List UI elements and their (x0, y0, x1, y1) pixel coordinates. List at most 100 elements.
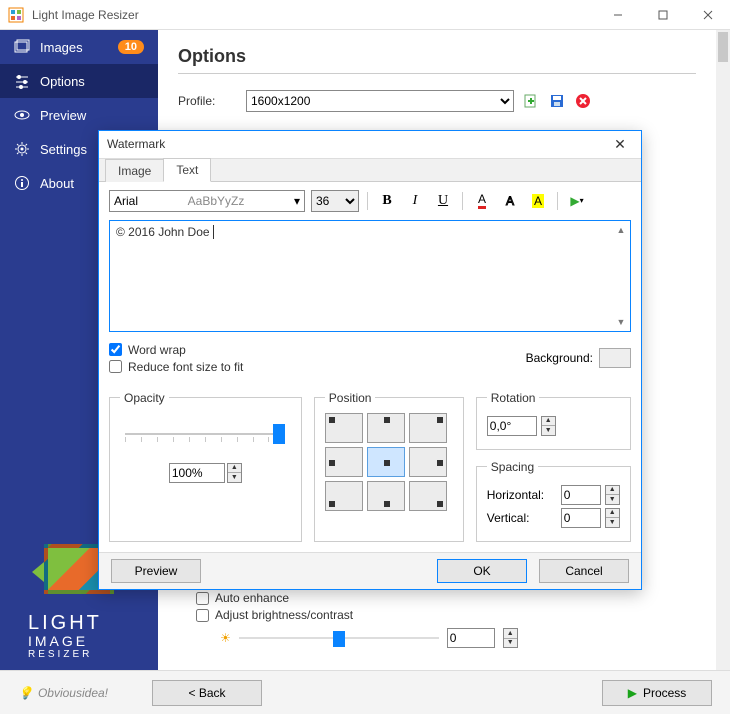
font-highlight-button[interactable]: A (527, 190, 549, 212)
font-name-value: Arial (114, 194, 138, 208)
footer-bar: 💡 Obviousidea! < Back ▶Process (0, 670, 730, 714)
tab-text-label: Text (176, 163, 198, 177)
spacing-h-input[interactable] (561, 485, 601, 505)
position-bottom-right[interactable] (409, 481, 447, 511)
sidebar-item-label: Options (40, 74, 144, 89)
sidebar-item-images[interactable]: Images 10 (0, 30, 158, 64)
textarea-scroll-down[interactable]: ▼ (614, 315, 628, 329)
sidebar-item-preview[interactable]: Preview (0, 98, 158, 132)
sidebar-badge: 10 (118, 40, 144, 54)
brightness-value-input[interactable] (447, 628, 495, 648)
adjust-bc-checkbox[interactable]: Adjust brightness/contrast (196, 608, 518, 622)
spacing-h-label: Horizontal: (487, 488, 557, 502)
position-middle-left[interactable] (325, 447, 363, 477)
background-color-swatch[interactable] (599, 348, 631, 368)
info-icon (14, 175, 30, 191)
effects-section: Auto enhance Adjust brightness/contrast … (196, 588, 518, 648)
position-bottom-center[interactable] (367, 481, 405, 511)
font-size-select[interactable]: 36 (311, 190, 359, 212)
font-color-button[interactable]: A (471, 190, 493, 212)
sidebar-item-options[interactable]: Options (0, 64, 158, 98)
position-top-center[interactable] (367, 413, 405, 443)
dialog-close-button[interactable]: ✕ (607, 136, 633, 153)
window-titlebar: Light Image Resizer (0, 0, 730, 30)
bold-button[interactable]: B (376, 190, 398, 212)
opacity-stepper[interactable]: ▲▼ (227, 463, 242, 483)
scrollbar-thumb[interactable] (718, 32, 728, 62)
position-bottom-left[interactable] (325, 481, 363, 511)
brand-line3: RESIZER (28, 649, 158, 660)
dialog-preview-label: Preview (135, 564, 178, 578)
position-middle-right[interactable] (409, 447, 447, 477)
opacity-group: Opacity ▲▼ (109, 391, 302, 542)
position-top-right[interactable] (409, 413, 447, 443)
brightness-icon: ☀ (220, 631, 231, 645)
window-maximize-button[interactable] (640, 0, 685, 30)
profile-select[interactable]: 1600x1200 (246, 90, 514, 112)
rotation-stepper[interactable]: ▲▼ (541, 416, 556, 436)
reduce-fit-label: Reduce font size to fit (128, 360, 243, 374)
insert-field-button[interactable]: ▶▾ (566, 190, 588, 212)
word-wrap-checkbox[interactable]: Word wrap (109, 343, 243, 357)
auto-enhance-checkbox[interactable]: Auto enhance (196, 591, 518, 605)
profile-new-icon[interactable] (522, 92, 540, 110)
dialog-ok-label: OK (473, 564, 490, 578)
sidebar-item-label: Images (40, 40, 108, 55)
spacing-v-input[interactable] (561, 508, 601, 528)
rotation-value-input[interactable] (487, 416, 537, 436)
background-label: Background: (526, 351, 593, 365)
tab-image[interactable]: Image (105, 159, 164, 182)
position-legend: Position (325, 391, 376, 405)
dialog-footer: Preview OK Cancel (99, 552, 641, 589)
dialog-titlebar: Watermark ✕ (99, 131, 641, 158)
dialog-ok-button[interactable]: OK (437, 559, 527, 583)
adjust-bc-label: Adjust brightness/contrast (215, 608, 353, 622)
sliders-icon (14, 73, 30, 89)
profile-save-icon[interactable] (548, 92, 566, 110)
dialog-cancel-button[interactable]: Cancel (539, 559, 629, 583)
gear-icon (14, 141, 30, 157)
spacing-v-stepper[interactable]: ▲▼ (605, 508, 620, 528)
dialog-preview-button[interactable]: Preview (111, 559, 201, 583)
tab-image-label: Image (118, 164, 151, 178)
chevron-down-icon: ▾ (294, 194, 300, 208)
font-family-select[interactable]: Arial AaBbYyZz ▾ (109, 190, 305, 212)
position-group: Position (314, 391, 464, 542)
spacing-h-stepper[interactable]: ▲▼ (605, 485, 620, 505)
brightness-stepper[interactable]: ▲▼ (503, 628, 518, 648)
dialog-tabstrip: Image Text (99, 158, 641, 182)
position-middle-center[interactable] (367, 447, 405, 477)
watermark-text-input[interactable]: © 2016 John Doe ▲ ▼ (109, 220, 631, 332)
font-outline-button[interactable]: A (499, 190, 521, 212)
rotation-group: Rotation ▲▼ (476, 391, 631, 450)
textarea-scroll-up[interactable]: ▲ (614, 223, 628, 237)
back-button[interactable]: < Back (152, 680, 262, 706)
process-button[interactable]: ▶Process (602, 680, 712, 706)
opacity-slider[interactable] (125, 421, 285, 451)
dialog-title: Watermark (107, 137, 607, 151)
window-close-button[interactable] (685, 0, 730, 30)
tab-text[interactable]: Text (163, 158, 211, 182)
reduce-fit-checkbox[interactable]: Reduce font size to fit (109, 360, 243, 374)
profile-delete-icon[interactable] (574, 92, 592, 110)
dialog-cancel-label: Cancel (565, 564, 602, 578)
spacing-legend: Spacing (487, 460, 538, 474)
auto-enhance-label: Auto enhance (215, 591, 289, 605)
opacity-value-input[interactable] (169, 463, 225, 483)
eye-icon (14, 107, 30, 123)
window-title: Light Image Resizer (32, 8, 595, 22)
divider (178, 73, 696, 74)
position-top-left[interactable] (325, 413, 363, 443)
profile-label: Profile: (178, 94, 238, 108)
app-icon (8, 7, 24, 23)
window-minimize-button[interactable] (595, 0, 640, 30)
brand-line2: IMAGE (28, 634, 158, 649)
text-toolbar: Arial AaBbYyZz ▾ 36 B I U A A A ▶▾ (109, 190, 631, 212)
brightness-slider[interactable] (239, 629, 439, 647)
images-icon (14, 39, 30, 55)
underline-button[interactable]: U (432, 190, 454, 212)
content-scrollbar[interactable] (716, 30, 730, 670)
spacing-group: Spacing Horizontal: ▲▼ Vertical: ▲▼ (476, 460, 631, 542)
back-button-label: < Back (188, 686, 225, 700)
italic-button[interactable]: I (404, 190, 426, 212)
